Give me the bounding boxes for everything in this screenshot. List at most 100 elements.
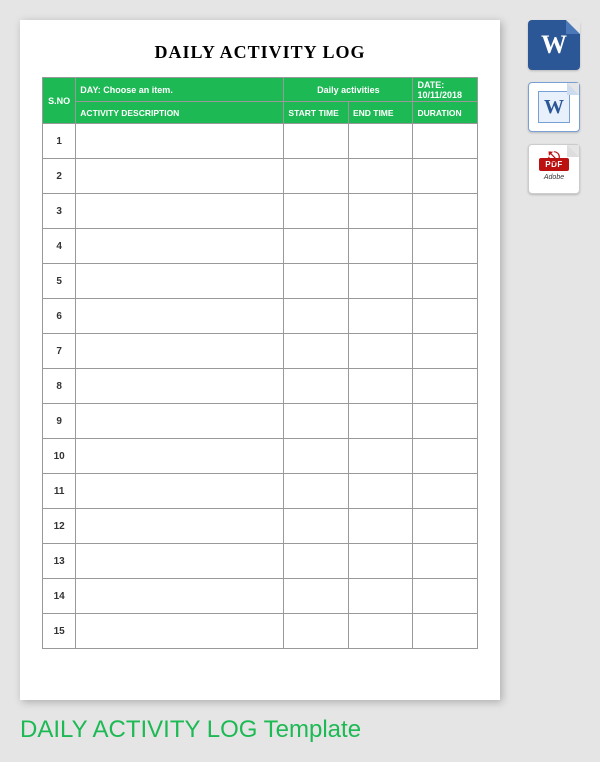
cell-start bbox=[284, 159, 349, 194]
document-title: DAILY ACTIVITY LOG bbox=[42, 42, 478, 63]
row-number: 13 bbox=[43, 544, 76, 579]
download-icons: W W ⎋ PDF Adobe bbox=[528, 20, 586, 194]
cell-dur bbox=[413, 369, 478, 404]
cell-end bbox=[348, 369, 413, 404]
cell-dur bbox=[413, 439, 478, 474]
cell-dur bbox=[413, 334, 478, 369]
table-row: 15 bbox=[43, 614, 478, 649]
cell-start bbox=[284, 439, 349, 474]
row-number: 1 bbox=[43, 124, 76, 159]
cell-end bbox=[348, 229, 413, 264]
document-page: DAILY ACTIVITY LOG S.NO DAY: Choose an i… bbox=[20, 20, 500, 700]
word-glyph: W bbox=[544, 96, 564, 119]
cell-end bbox=[348, 579, 413, 614]
cell-dur bbox=[413, 509, 478, 544]
cell-desc bbox=[76, 159, 284, 194]
row-number: 9 bbox=[43, 404, 76, 439]
header-sno: S.NO bbox=[43, 78, 76, 124]
row-number: 8 bbox=[43, 369, 76, 404]
cell-dur bbox=[413, 474, 478, 509]
table-row: 9 bbox=[43, 404, 478, 439]
cell-dur bbox=[413, 544, 478, 579]
cell-end bbox=[348, 159, 413, 194]
table-row: 6 bbox=[43, 299, 478, 334]
cell-end bbox=[348, 404, 413, 439]
header-row-1: S.NO DAY: Choose an item. Daily activiti… bbox=[43, 78, 478, 102]
cell-desc bbox=[76, 229, 284, 264]
table-body: 1 2 3 4 5 6 7 8 9 10 11 12 13 14 15 bbox=[43, 124, 478, 649]
table-row: 8 bbox=[43, 369, 478, 404]
cell-desc bbox=[76, 614, 284, 649]
cell-desc bbox=[76, 299, 284, 334]
cell-end bbox=[348, 509, 413, 544]
activity-table: S.NO DAY: Choose an item. Daily activiti… bbox=[42, 77, 478, 649]
cell-desc bbox=[76, 474, 284, 509]
table-row: 2 bbox=[43, 159, 478, 194]
cell-end bbox=[348, 334, 413, 369]
cell-end bbox=[348, 194, 413, 229]
cell-start bbox=[284, 509, 349, 544]
table-row: 13 bbox=[43, 544, 478, 579]
cell-start bbox=[284, 264, 349, 299]
table-row: 3 bbox=[43, 194, 478, 229]
cell-start bbox=[284, 124, 349, 159]
cell-dur bbox=[413, 194, 478, 229]
cell-dur bbox=[413, 404, 478, 439]
cell-start bbox=[284, 404, 349, 439]
cell-dur bbox=[413, 614, 478, 649]
table-row: 1 bbox=[43, 124, 478, 159]
download-word-doc-icon[interactable]: W bbox=[528, 82, 580, 132]
pdf-logo-icon: ⎋ bbox=[548, 149, 560, 166]
cell-desc bbox=[76, 579, 284, 614]
col-end-time: END TIME bbox=[348, 102, 413, 124]
cell-start bbox=[284, 474, 349, 509]
row-number: 14 bbox=[43, 579, 76, 614]
cell-start bbox=[284, 194, 349, 229]
row-number: 2 bbox=[43, 159, 76, 194]
cell-desc bbox=[76, 194, 284, 229]
header-day: DAY: Choose an item. bbox=[76, 78, 284, 102]
cell-dur bbox=[413, 579, 478, 614]
cell-start bbox=[284, 579, 349, 614]
cell-dur bbox=[413, 299, 478, 334]
table-row: 12 bbox=[43, 509, 478, 544]
cell-desc bbox=[76, 334, 284, 369]
pdf-brand: Adobe bbox=[544, 174, 564, 181]
row-number: 10 bbox=[43, 439, 76, 474]
col-start-time: START TIME bbox=[284, 102, 349, 124]
word-glyph: W bbox=[541, 30, 567, 60]
row-number: 4 bbox=[43, 229, 76, 264]
cell-start bbox=[284, 614, 349, 649]
table-row: 14 bbox=[43, 579, 478, 614]
cell-end bbox=[348, 474, 413, 509]
cell-dur bbox=[413, 124, 478, 159]
row-number: 15 bbox=[43, 614, 76, 649]
download-word-docx-icon[interactable]: W bbox=[528, 20, 580, 70]
col-activity-description: ACTIVITY DESCRIPTION bbox=[76, 102, 284, 124]
table-row: 10 bbox=[43, 439, 478, 474]
row-number: 5 bbox=[43, 264, 76, 299]
cell-start bbox=[284, 229, 349, 264]
cell-desc bbox=[76, 369, 284, 404]
table-row: 7 bbox=[43, 334, 478, 369]
cell-dur bbox=[413, 229, 478, 264]
table-row: 5 bbox=[43, 264, 478, 299]
row-number: 6 bbox=[43, 299, 76, 334]
cell-desc bbox=[76, 509, 284, 544]
cell-end bbox=[348, 299, 413, 334]
cell-end bbox=[348, 264, 413, 299]
cell-dur bbox=[413, 159, 478, 194]
cell-end bbox=[348, 614, 413, 649]
cell-start bbox=[284, 369, 349, 404]
cell-end bbox=[348, 439, 413, 474]
cell-desc bbox=[76, 264, 284, 299]
row-number: 12 bbox=[43, 509, 76, 544]
row-number: 3 bbox=[43, 194, 76, 229]
col-duration: DURATION bbox=[413, 102, 478, 124]
cell-end bbox=[348, 124, 413, 159]
download-pdf-icon[interactable]: ⎋ PDF Adobe bbox=[528, 144, 580, 194]
cell-desc bbox=[76, 404, 284, 439]
row-number: 7 bbox=[43, 334, 76, 369]
cell-desc bbox=[76, 124, 284, 159]
table-row: 4 bbox=[43, 229, 478, 264]
